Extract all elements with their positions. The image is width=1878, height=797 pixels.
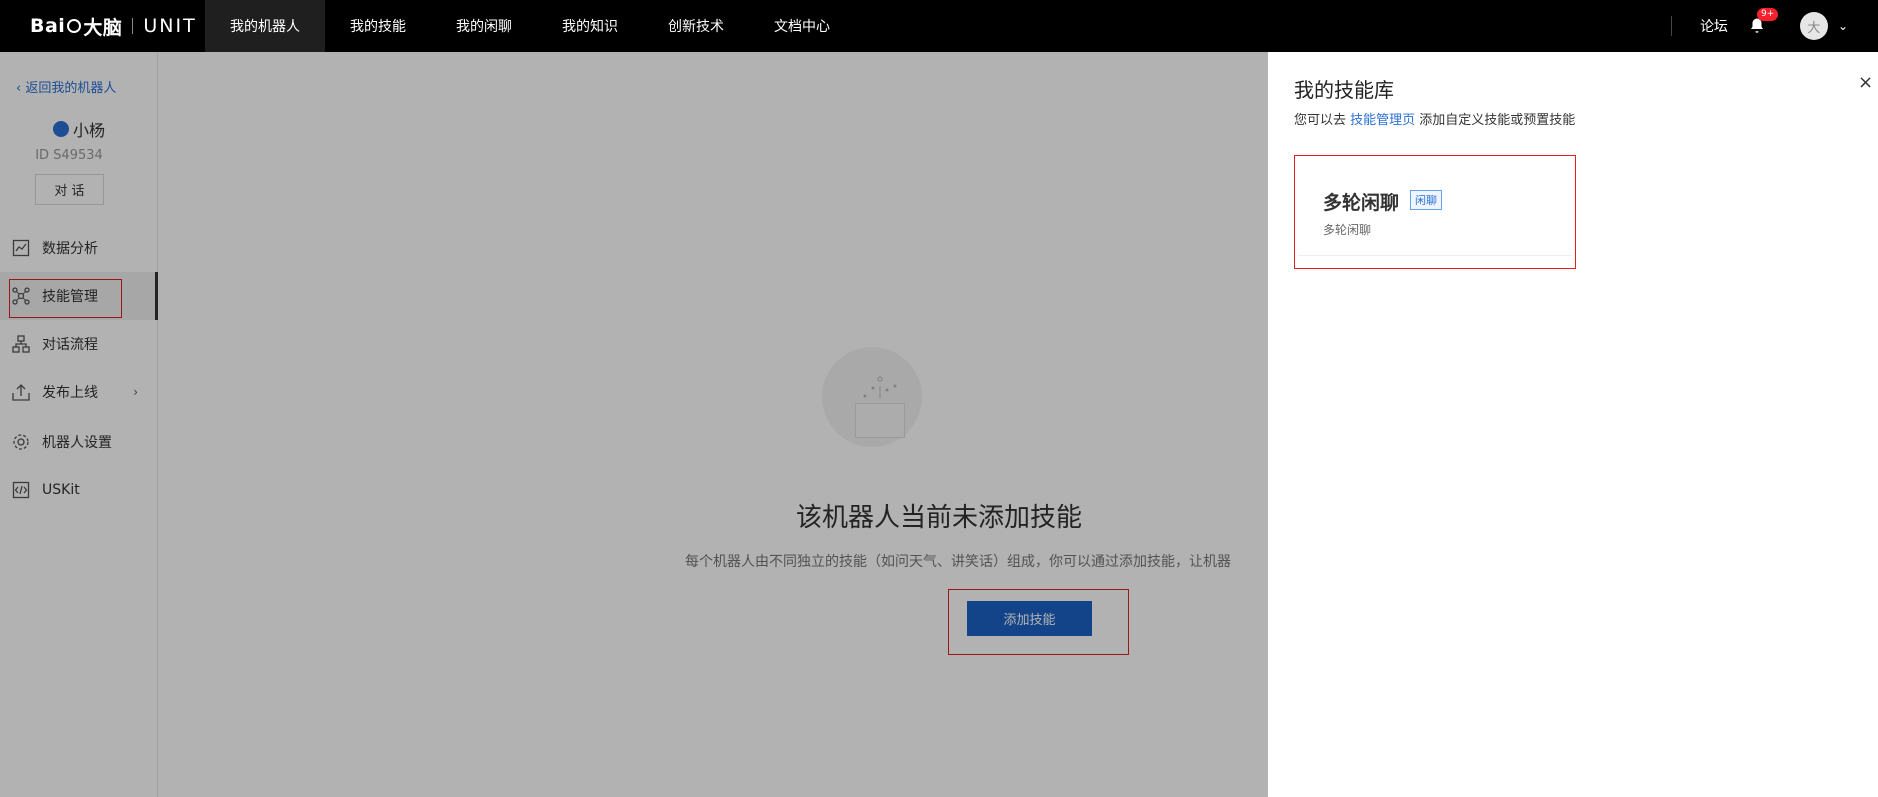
notification-badge: 9+: [1756, 8, 1779, 21]
nav-my-robots[interactable]: 我的机器人: [205, 0, 325, 52]
subtitle-prefix: 您可以去: [1294, 113, 1351, 128]
chevron-down-icon[interactable]: ⌄: [1838, 19, 1848, 33]
top-nav-bar: Bai 大脑 UNIT 我的机器人 我的技能 我的闲聊 我的知识 创新技术 文档…: [0, 0, 1878, 52]
avatar[interactable]: 大: [1799, 12, 1828, 40]
nav-my-chitchat[interactable]: 我的闲聊: [431, 0, 537, 52]
drawer-subtitle: 您可以去 技能管理页 添加自定义技能或预置技能: [1294, 109, 1575, 128]
skill-description: 多轮闲聊: [1323, 223, 1372, 237]
logo-text: Bai: [30, 15, 66, 37]
nav-my-knowledge[interactable]: 我的知识: [537, 0, 643, 52]
top-right-area: 论坛 9+ 大 ⌄: [1670, 0, 1878, 52]
skill-card[interactable]: 多轮闲聊 闲聊 多轮闲聊: [1294, 155, 1576, 269]
skill-name: 多轮闲聊: [1323, 192, 1400, 214]
nav-docs[interactable]: 文档中心: [749, 0, 855, 52]
notification-bell[interactable]: 9+: [1748, 8, 1779, 35]
logo-divider: [132, 18, 134, 34]
nav-innovation[interactable]: 创新技术: [643, 0, 749, 52]
nav-my-skills[interactable]: 我的技能: [325, 0, 431, 52]
logo-unit: UNIT: [143, 15, 197, 37]
modal-mask[interactable]: [0, 52, 1268, 797]
skill-management-page-link[interactable]: 技能管理页: [1350, 113, 1415, 128]
divider: [1298, 255, 1572, 256]
skill-library-drawer: 我的技能库 × 您可以去 技能管理页 添加自定义技能或预置技能 多轮闲聊 闲聊 …: [1268, 52, 1878, 797]
baidu-unit-logo[interactable]: Bai 大脑 UNIT: [0, 0, 205, 52]
subtitle-suffix: 添加自定义技能或预置技能: [1415, 113, 1576, 128]
drawer-title: 我的技能库: [1294, 78, 1394, 102]
paw-icon: [67, 19, 82, 33]
logo-text-2: 大脑: [83, 16, 123, 39]
close-icon[interactable]: ×: [1858, 72, 1878, 93]
forum-link[interactable]: 论坛: [1700, 16, 1728, 36]
skill-tag: 闲聊: [1410, 190, 1442, 210]
divider: [1670, 16, 1672, 36]
